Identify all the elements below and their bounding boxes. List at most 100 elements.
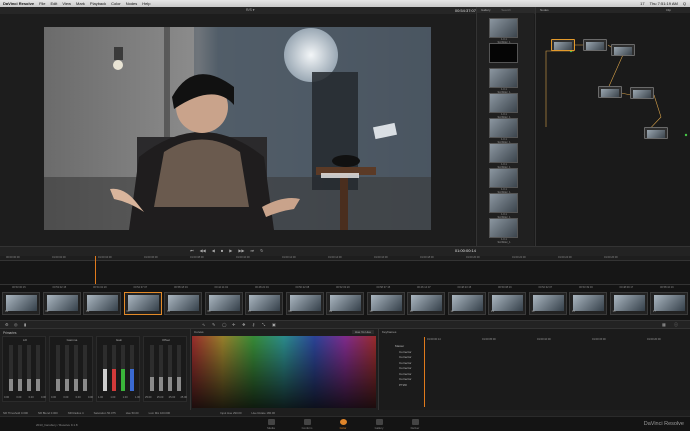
gallery-still[interactable]	[489, 93, 518, 113]
wheel-value[interactable]: 1.00	[110, 396, 115, 399]
wheel-gamma[interactable]: Gamma 0.00 0.00 0.00 0.00	[49, 336, 93, 402]
app-menu[interactable]: DaVinci Resolve	[3, 1, 34, 6]
wheel-value[interactable]: 25.00	[169, 396, 176, 399]
timeline-clip[interactable]: 12	[447, 292, 486, 315]
gallery-still[interactable]	[489, 218, 518, 238]
hue-curve-graph[interactable]	[192, 336, 376, 408]
level-bar[interactable]	[65, 345, 69, 391]
readout-value[interactable]: Hue 50.00	[126, 411, 139, 415]
wheel-value[interactable]: 0.00	[76, 396, 81, 399]
wheel-lift[interactable]: Lift 0.00 0.00 0.00 0.00	[2, 336, 46, 402]
keyframe-track[interactable]: Corrector	[399, 361, 412, 365]
playhead[interactable]	[95, 256, 96, 286]
wheel-value[interactable]: 0.00	[88, 396, 93, 399]
readout-value[interactable]: Saturation 50.075	[94, 411, 116, 415]
menu-nodes[interactable]: Nodes	[126, 1, 138, 6]
page-tab-deliver[interactable]: Deliver	[402, 418, 428, 431]
level-bar[interactable]	[112, 345, 116, 391]
level-bar[interactable]	[159, 345, 163, 391]
page-tab-color[interactable]: Color	[330, 418, 356, 431]
wheel-value[interactable]: 25.00	[145, 396, 152, 399]
scopes-icon[interactable]: ▦	[662, 322, 666, 327]
keyframe-track[interactable]: Corrector	[399, 372, 412, 376]
timeline-clip[interactable]: 08	[285, 292, 324, 315]
gallery-still[interactable]	[489, 68, 518, 88]
keyframe-track[interactable]: Corrector	[399, 366, 412, 370]
timeline-clip[interactable]: 14	[528, 292, 567, 315]
gallery-still[interactable]	[489, 193, 518, 213]
wheel-value[interactable]: 0.00	[4, 396, 9, 399]
keyframe-playhead[interactable]	[424, 337, 425, 407]
curves-mode-select[interactable]: Hue Vs Hue	[351, 330, 374, 334]
menu-edit[interactable]: Edit	[51, 1, 58, 6]
key-icon[interactable]: ⚷	[252, 322, 255, 327]
wheel-offset[interactable]: Offset 25.00 25.00 25.00 25.00	[143, 336, 187, 402]
wheel-value[interactable]: 0.00	[29, 396, 34, 399]
menu-playback[interactable]: Playback	[90, 1, 106, 6]
timeline-clip[interactable]: 17	[650, 292, 688, 315]
info-icon[interactable]: ⓘ	[674, 322, 678, 328]
timeline-clip[interactable]: 03	[83, 292, 121, 315]
level-bar[interactable]	[168, 345, 172, 391]
camera-raw-icon[interactable]: ⚙	[5, 322, 9, 327]
spotlight-icon[interactable]: Q	[683, 1, 686, 6]
wheel-value[interactable]: 0.00	[16, 396, 21, 399]
menu-color[interactable]: Color	[111, 1, 121, 6]
timeline-clip[interactable]: 07	[245, 292, 283, 315]
node-02[interactable]	[583, 39, 607, 51]
go-to-start-icon[interactable]: ⏮	[190, 248, 194, 253]
readout-value[interactable]: NR Radius 4	[68, 411, 84, 415]
window-icon[interactable]: ◯	[222, 322, 226, 327]
wheel-value[interactable]: 0.00	[51, 396, 56, 399]
timeline-clip[interactable]: 15	[569, 292, 607, 315]
play-icon[interactable]: ▶	[229, 248, 232, 253]
timeline-clip[interactable]: 01	[2, 292, 40, 315]
page-tab-conform[interactable]: Conform	[294, 418, 320, 431]
timeline-clip[interactable]: 16	[609, 292, 648, 315]
readout-value[interactable]: NR Threshold 0.000	[3, 411, 28, 415]
readout-value[interactable]: Lum Mix 100.000	[149, 411, 170, 415]
timeline-clip[interactable]: 04	[123, 292, 162, 315]
gallery-still[interactable]	[489, 118, 518, 138]
wheel-value[interactable]: 1.00	[135, 396, 140, 399]
menu-mark[interactable]: Mark	[76, 1, 85, 6]
gallery-still[interactable]	[489, 43, 518, 63]
menu-view[interactable]: View	[62, 1, 71, 6]
level-bar[interactable]	[56, 345, 60, 391]
level-bar[interactable]	[130, 345, 134, 391]
wheel-value[interactable]: 25.00	[157, 396, 164, 399]
keyframe-track[interactable]: Corrector	[399, 377, 412, 381]
wheel-value[interactable]: 0.00	[41, 396, 46, 399]
keyframe-track[interactable]: Master	[395, 344, 404, 348]
node-03[interactable]	[611, 44, 635, 56]
readout-value[interactable]: Input Hue 290.00	[220, 411, 241, 415]
page-tab-media[interactable]: Media	[258, 418, 284, 431]
keyframe-track[interactable]: Corrector	[399, 355, 412, 359]
level-bar[interactable]	[36, 345, 40, 391]
level-bar[interactable]	[83, 345, 87, 391]
timeline-clip[interactable]: 02	[42, 292, 81, 315]
readout-value[interactable]: NR Blend 0.000	[38, 411, 58, 415]
wheel-value[interactable]: 0.00	[63, 396, 68, 399]
timeline-clip[interactable]: 11	[407, 292, 445, 315]
level-bar[interactable]	[177, 345, 181, 391]
level-bar[interactable]	[150, 345, 154, 391]
timeline-ruler[interactable]: 00:00:00:00 01:00:02:00 01:00:04:00 01:00:0…	[0, 256, 690, 261]
viewer-image[interactable]	[44, 27, 431, 230]
node-06[interactable]	[644, 127, 668, 139]
fast-forward-icon[interactable]: ▶▶	[238, 248, 244, 253]
timeline-clip[interactable]: 05	[164, 292, 202, 315]
keyframe-track[interactable]: Corrector	[399, 350, 412, 354]
3d-icon[interactable]: ▣	[272, 322, 276, 327]
node-01[interactable]	[551, 39, 575, 51]
wheel-gain[interactable]: Gain 1.00 1.00 1.00 1.00	[96, 336, 140, 402]
node-editor[interactable]: Nodes Clip	[535, 7, 690, 246]
tracker-icon[interactable]: ✛	[232, 322, 235, 327]
level-bar[interactable]	[74, 345, 78, 391]
menu-file[interactable]: File	[39, 1, 45, 6]
level-bar[interactable]	[103, 345, 107, 391]
blur-icon[interactable]: ❖	[242, 322, 246, 327]
gallery-still[interactable]	[489, 168, 518, 188]
timeline-clip[interactable]: 13	[488, 292, 526, 315]
primaries-bars-icon[interactable]: ▮	[24, 322, 26, 327]
